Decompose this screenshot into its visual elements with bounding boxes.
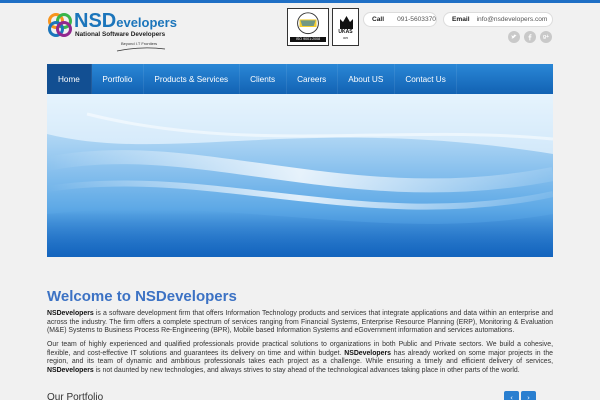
carousel-next-button[interactable]: ›: [521, 391, 536, 400]
main-navigation: Home Portfolio Products & Services Clien…: [47, 64, 553, 94]
call-pill[interactable]: Call 091-5603370: [363, 12, 437, 27]
logo-wordmark: NSDevelopers: [74, 10, 177, 32]
top-accent-bar: [0, 0, 600, 3]
ukas-label: UKAS: [338, 29, 353, 35]
iso-label: ISO 9001:2008: [290, 37, 326, 42]
chevron-left-icon: ‹: [510, 393, 513, 400]
logo-mark-icon: [48, 13, 72, 37]
brand-name: NSDevelopers: [47, 310, 94, 317]
nav-item-products-services[interactable]: Products & Services: [144, 64, 240, 94]
team-paragraph: Our team of highly experienced and quali…: [47, 341, 553, 374]
nav-item-about-us[interactable]: About US: [338, 64, 395, 94]
welcome-heading: Welcome to NSDevelopers: [47, 288, 237, 305]
ukas-code: 005: [342, 36, 348, 40]
site-logo[interactable]: NSDevelopers National Software Developer…: [47, 11, 177, 52]
hero-banner: [47, 94, 553, 257]
portfolio-heading: Our Portfolio: [47, 392, 104, 400]
iso-certification-badge: ISO 9001:2008: [287, 8, 329, 46]
email-address: info@nsdevelopers.com: [476, 16, 548, 23]
twitter-icon[interactable]: [508, 31, 520, 43]
hero-wave-graphic: [47, 94, 553, 257]
nav-item-careers[interactable]: Careers: [287, 64, 338, 94]
call-label: Call: [372, 16, 385, 23]
nav-item-portfolio[interactable]: Portfolio: [92, 64, 144, 94]
chevron-right-icon: ›: [527, 393, 530, 400]
ukas-certification-badge: UKAS 005: [332, 8, 359, 46]
call-number: 091-5603370: [397, 16, 436, 23]
email-label: Email: [452, 16, 470, 23]
brand-name: NSDevelopers: [47, 366, 94, 374]
nav-item-home[interactable]: Home: [47, 64, 92, 94]
intro-paragraph: NSDevelopers is a software development f…: [47, 310, 553, 335]
crown-icon: [340, 16, 353, 29]
nav-item-contact-us[interactable]: Contact Us: [395, 64, 458, 94]
google-plus-icon[interactable]: g+: [540, 31, 552, 43]
logo-subtitle: National Software Developers: [75, 31, 166, 38]
email-pill[interactable]: Email info@nsdevelopers.com: [443, 12, 553, 27]
carousel-prev-button[interactable]: ‹: [504, 391, 519, 400]
facebook-icon[interactable]: [524, 31, 536, 43]
brand-name: NSDevelopers: [344, 349, 391, 357]
nav-item-clients[interactable]: Clients: [240, 64, 287, 94]
logo-swoosh-icon: [116, 47, 166, 52]
